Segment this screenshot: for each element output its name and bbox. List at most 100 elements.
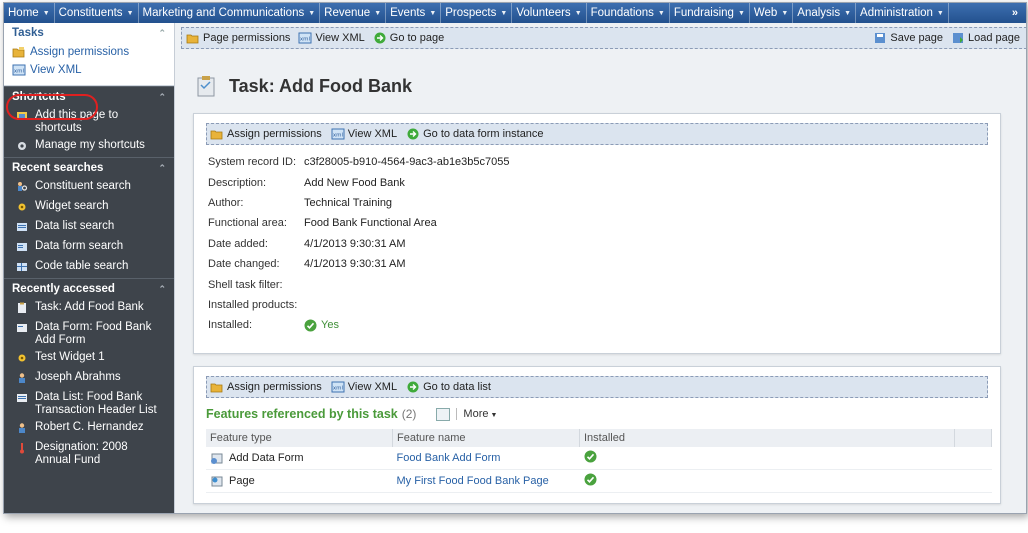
nav-volunteers[interactable]: Volunteers ▼ [512,3,587,23]
column-header[interactable]: Installed [579,429,955,447]
nav-label: Marketing and Communications [142,7,305,19]
go-arrow-icon [407,381,419,393]
feature-name-link[interactable]: Food Bank Add Form [392,447,580,470]
shortcut-manage[interactable]: Manage my shortcuts [4,137,174,157]
recent-label: Joseph Abrahms [35,371,121,383]
task-assign-permissions[interactable]: Assign permissions [4,43,174,61]
nav-constituents[interactable]: Constituents ▼ [55,3,139,23]
assign-permissions-button[interactable]: Assign permissions [210,381,322,393]
svg-text:xml: xml [333,386,344,392]
go-to-data-form-button[interactable]: Go to data form instance [406,128,544,140]
field-label: Date changed: [208,258,280,271]
task-icon [18,302,26,313]
load-page-button[interactable]: Load page [951,32,1020,44]
table-icon [17,263,27,271]
table-row[interactable]: Page My First Food Food Bank Page [206,469,992,493]
clipboard-icon [197,76,215,97]
feature-type-label: Page [229,475,255,487]
highlight-circle [6,94,98,120]
tasks-header[interactable]: Tasks ⌃ [4,23,174,43]
collapse-icon[interactable]: ⌃ [158,28,166,39]
search-label: Data list search [35,220,115,232]
feature-name-link[interactable]: My First Food Food Bank Page [392,469,580,493]
recently-accessed-header[interactable]: Recently accessed ⌃ [4,278,174,299]
load-icon [953,33,963,43]
recent-search-data-list[interactable]: Data list search [4,218,174,238]
view-xml-button[interactable]: xml View XML [331,128,397,140]
nav-fundraising[interactable]: Fundraising ▼ [670,3,750,23]
chevron-down-icon: ▼ [500,9,508,17]
nav-revenue[interactable]: Revenue ▼ [320,3,387,23]
collapse-icon[interactable]: ⌃ [158,284,166,295]
features-title: Features referenced by this task [206,407,398,421]
recent-item[interactable]: Test Widget 1 [4,349,174,369]
recent-label: Robert C. Hernandez [35,421,144,433]
recent-label: Data List: Food Bank Transaction Header … [35,391,157,416]
recent-search-widget[interactable]: Widget search [4,198,174,218]
button-label: Go to page [389,32,445,44]
nav-overflow-button[interactable]: » [1004,7,1026,19]
more-menu-button[interactable]: More ▼ [463,408,497,420]
field-row: Date added: 4/1/2013 9:30:31 AM [208,234,510,254]
recent-item[interactable]: Data List: Food Bank Transaction Header … [4,389,174,419]
nav-label: Foundations [590,7,654,19]
recent-search-data-form[interactable]: Data form search [4,238,174,258]
xml-icon: xml [298,32,312,44]
table-row[interactable]: Add Data Form Food Bank Add Form [206,447,992,470]
top-navigation-bar: Home ▼ Constituents ▼ Marketing and Commun… [4,3,1026,23]
field-row: Installed: Yes [208,315,510,335]
view-xml-button[interactable]: xml View XML [298,32,365,44]
nav-home[interactable]: Home ▼ [4,3,55,23]
recent-item[interactable]: Task: Add Food Bank [4,299,174,319]
collapse-icon[interactable]: ⌃ [158,92,166,103]
tasks-panel: Tasks ⌃ Assign permissions xml View XML [4,23,174,86]
svg-text:xml: xml [300,37,311,43]
section-title: Recently accessed [12,283,115,295]
chevron-down-icon: ▼ [657,9,665,17]
refresh-icon[interactable] [436,407,451,421]
go-to-page-button[interactable]: Go to page [373,32,444,44]
check-circle-icon [304,319,317,332]
column-header[interactable]: Feature name [392,429,580,447]
nav-analysis[interactable]: Analysis ▼ [793,3,857,23]
nav-foundations[interactable]: Foundations ▼ [587,3,670,23]
column-header[interactable]: Feature type [206,429,393,447]
field-value: Add New Food Bank [304,176,405,189]
nav-label: Home [8,7,39,19]
recent-search-code-table[interactable]: Code table search [4,258,174,278]
collapse-icon[interactable]: ⌃ [158,163,166,174]
field-label: Author: [208,196,244,209]
form-icon [17,243,27,251]
go-to-data-list-button[interactable]: Go to data list [406,381,491,393]
nav-marketing[interactable]: Marketing and Communications ▼ [139,3,321,23]
nav-web[interactable]: Web ▼ [750,3,794,23]
sidebar: Tasks ⌃ Assign permissions xml View XML S… [4,23,174,513]
view-xml-button[interactable]: xml View XML [331,381,397,393]
nav-events[interactable]: Events ▼ [386,3,442,23]
nav-prospects[interactable]: Prospects ▼ [441,3,513,23]
add-form-icon [211,453,223,464]
recent-searches-header[interactable]: Recent searches ⌃ [4,157,174,178]
recent-item[interactable]: Data Form: Food Bank Add Form [4,319,174,349]
chevron-down-icon: ▼ [374,9,382,17]
button-label: Save page [890,32,943,44]
field-value: Food Bank Functional Area [304,217,437,230]
nav-label: Fundraising [673,7,734,19]
button-label: View XML [347,381,398,393]
task-view-xml[interactable]: xml View XML [4,61,174,79]
recent-item[interactable]: Designation: 2008 Annual Fund [4,439,174,469]
recent-item[interactable]: Robert C. Hernandez [4,419,174,439]
recent-item[interactable]: Joseph Abrahms [4,369,174,389]
nav-administration[interactable]: Administration ▼ [856,3,949,23]
field-value: Technical Training [304,196,393,209]
page-permissions-button[interactable]: Page permissions [186,32,290,44]
nav-label: Administration [860,7,933,19]
nav-label: Constituents [58,7,123,19]
save-page-button[interactable]: Save page [873,32,943,44]
assign-permissions-button[interactable]: Assign permissions [210,128,322,140]
chevron-down-icon: ▼ [429,9,437,17]
list-icon [17,223,27,231]
list-icon [17,394,27,402]
section-title: Tasks [12,27,44,39]
recent-search-constituent[interactable]: Constituent search [4,178,174,198]
